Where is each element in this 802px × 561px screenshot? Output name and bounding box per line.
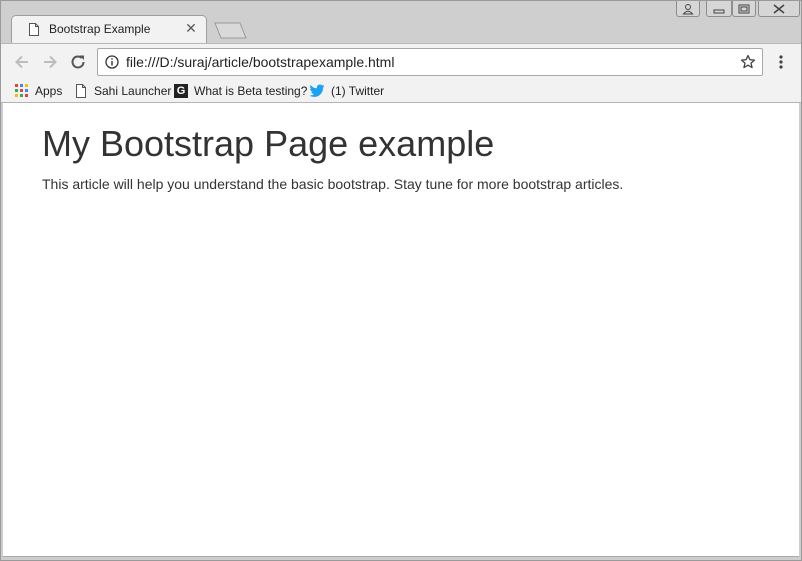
bookmarks-bar: Apps Sahi Launcher G What is Beta testin… bbox=[1, 79, 801, 103]
page-icon bbox=[76, 84, 86, 98]
toolbar: file:///D:/suraj/article/bootstrapexampl… bbox=[1, 43, 801, 79]
page-icon bbox=[29, 23, 39, 36]
tab-strip: Bootstrap Example ✕ bbox=[1, 1, 801, 43]
minimize-button[interactable] bbox=[706, 1, 732, 17]
bookmark-label: (1) Twitter bbox=[331, 84, 385, 98]
bookmark-label: Sahi Launcher bbox=[94, 84, 172, 98]
close-icon bbox=[773, 4, 785, 14]
back-arrow-icon[interactable] bbox=[12, 52, 32, 72]
profile-button[interactable] bbox=[676, 1, 700, 17]
page-viewport: My Bootstrap Page example This article w… bbox=[3, 103, 799, 557]
forward-arrow-icon[interactable] bbox=[40, 52, 60, 72]
address-bar[interactable]: file:///D:/suraj/article/bootstrapexampl… bbox=[97, 48, 763, 76]
star-icon[interactable] bbox=[740, 54, 756, 70]
restore-button[interactable] bbox=[732, 1, 756, 17]
page-heading: My Bootstrap Page example bbox=[42, 123, 495, 164]
more-vert-icon[interactable] bbox=[773, 52, 789, 72]
minimize-icon bbox=[713, 9, 725, 14]
bookmark-twitter[interactable]: (1) Twitter bbox=[309, 82, 384, 100]
profile-icon bbox=[682, 4, 694, 15]
reload-icon[interactable] bbox=[68, 52, 88, 72]
close-window-button[interactable] bbox=[758, 1, 800, 17]
twitter-bird-icon bbox=[309, 84, 325, 97]
new-tab-button[interactable] bbox=[214, 22, 247, 39]
url-text[interactable]: file:///D:/suraj/article/bootstrapexampl… bbox=[126, 54, 394, 70]
info-icon[interactable] bbox=[105, 55, 119, 69]
restore-icon bbox=[738, 4, 750, 14]
bookmark-label: Apps bbox=[35, 84, 63, 98]
bookmark-apps[interactable]: Apps bbox=[15, 82, 62, 100]
g-logo-icon: G bbox=[174, 84, 188, 98]
tab-active[interactable]: Bootstrap Example ✕ bbox=[11, 15, 207, 43]
bookmark-beta-testing[interactable]: G What is Beta testing? bbox=[174, 82, 307, 100]
browser-window: Bootstrap Example ✕ file:///D:/suraj/art… bbox=[0, 0, 802, 561]
page-paragraph: This article will help you understand th… bbox=[42, 176, 624, 192]
close-tab-icon[interactable]: ✕ bbox=[184, 21, 198, 35]
bookmark-label: What is Beta testing? bbox=[194, 84, 308, 98]
apps-grid-icon bbox=[15, 84, 28, 97]
tab-title: Bootstrap Example bbox=[49, 22, 151, 36]
bookmark-sahi-launcher[interactable]: Sahi Launcher bbox=[74, 82, 171, 100]
